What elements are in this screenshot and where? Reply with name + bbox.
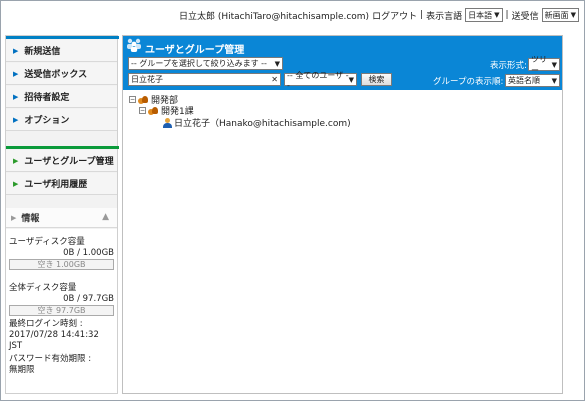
info-panel: ユーザディスク容量 0B / 1.00GB 空き 1.00GB 全体ディスク容量… [6, 229, 117, 393]
group-icon [138, 95, 149, 104]
sidebar-top-rule [6, 36, 119, 39]
tree-node-label: 日立花子（Hanako@hitachisample.com) [174, 119, 351, 129]
user-group-icon [127, 38, 141, 52]
sidebar-item-label: ユーザ利用履歴 [24, 180, 88, 190]
last-login-value: 2017/07/28 14:41:32 JST [9, 330, 99, 351]
group-filter-value: -- グループを選択して絞り込みます -- [131, 59, 267, 68]
collapse-toggle-icon[interactable]: − [129, 96, 136, 103]
info-panel-header[interactable]: ▶ 情報 ▲ [6, 208, 117, 228]
user-disk-label: ユーザディスク容量 [9, 237, 85, 247]
sidebar-item-label: 送受信ボックス [24, 70, 88, 80]
search-button[interactable]: 検索 [361, 73, 392, 86]
sidebar-item-user-history[interactable]: ▶ ユーザ利用履歴 [6, 173, 117, 195]
display-format-value: ツリー [531, 54, 547, 75]
sidebar: ▶ 新規送信 ▶ 送受信ボックス ▶ 招待者設定 ▶ オプション ▶ ユーザとグループ管理… [5, 35, 119, 394]
sidebar-item-label: ユーザとグループ管理 [24, 157, 114, 167]
main-panel: ユーザとグループ管理 -- グループを選択して絞り込みます -- ▼ 日立花子 ✕ … [122, 35, 563, 394]
chevron-down-icon: ▼ [348, 75, 354, 84]
sidebar-item-label: 新規送信 [24, 47, 61, 57]
sidebar-item-inbox[interactable]: ▶ 送受信ボックス [6, 63, 117, 85]
send-mode-select[interactable]: 新画面 ▼ [541, 8, 579, 22]
send-label: 送受信 [511, 11, 539, 22]
current-user: 日立太郎 (HitachiTaro@hitachisample.com) [178, 11, 370, 22]
total-disk-value: 0B / 97.7GB [63, 294, 114, 304]
password-expiry-label: パスワード有効期限 : [9, 354, 92, 364]
panel-header: ユーザとグループ管理 -- グループを選択して絞り込みます -- ▼ 日立花子 ✕ … [123, 36, 562, 90]
clear-icon[interactable]: ✕ [271, 75, 278, 84]
last-login-label: 最終ログイン時刻 : [9, 319, 83, 329]
sidebar-item-new-send[interactable]: ▶ 新規送信 [6, 40, 117, 62]
arrow-right-icon: ▶ [13, 115, 19, 124]
chevron-down-icon: ▼ [551, 60, 557, 69]
language-label: 表示言語 [426, 11, 463, 22]
sidebar-section-rule [6, 146, 119, 149]
sidebar-item-options[interactable]: ▶ オプション [6, 109, 117, 131]
user-filter-value: -- 全てのユーザ -- [287, 70, 349, 90]
chevron-down-icon: ▼ [274, 59, 280, 68]
search-text: 日立花子 [131, 75, 163, 84]
sidebar-item-label: 招待者設定 [24, 93, 70, 103]
group-order-label: グループの表示順: [433, 77, 504, 87]
logout-link[interactable]: ログアウト [372, 9, 417, 22]
arrow-right-icon: ▶ [13, 156, 19, 165]
arrow-right-icon: ▶ [11, 213, 17, 222]
info-title: 情報 [21, 214, 40, 224]
sidebar-item-invitee-settings[interactable]: ▶ 招待者設定 [6, 86, 117, 108]
sidebar-item-label: オプション [24, 116, 70, 126]
separator: | [505, 10, 509, 20]
arrow-right-icon: ▶ [13, 179, 19, 188]
collapse-toggle-icon[interactable]: − [139, 107, 146, 114]
user-disk-value: 0B / 1.00GB [63, 248, 114, 258]
arrow-right-icon: ▶ [13, 69, 19, 78]
user-disk-bar: 空き 1.00GB [9, 259, 114, 270]
separator: | [420, 10, 424, 20]
arrow-right-icon: ▶ [13, 92, 19, 101]
page-title: ユーザとグループ管理 [145, 45, 245, 56]
group-icon [148, 106, 159, 115]
top-bar: 日立太郎 (HitachiTaro@hitachisample.com) ログア… [0, 0, 585, 30]
password-expiry-value: 無期限 [9, 365, 35, 375]
user-filter-select[interactable]: -- 全てのユーザ -- ▼ [284, 71, 357, 90]
sidebar-item-user-group-management[interactable]: ▶ ユーザとグループ管理 [6, 150, 117, 172]
user-icon [163, 117, 172, 128]
group-filter-select[interactable]: -- グループを選択して絞り込みます -- ▼ [128, 57, 283, 70]
arrow-right-icon: ▶ [13, 46, 19, 55]
chevron-down-icon: ▼ [551, 76, 557, 85]
search-input[interactable]: 日立花子 ✕ [128, 73, 281, 86]
group-order-value: 英語名順 [508, 76, 540, 85]
language-select[interactable]: 日本語 ▼ [465, 8, 503, 22]
chevron-down-icon: ▼ [570, 11, 576, 19]
tree-node-user[interactable]: 日立花子（Hanako@hitachisample.com) [163, 116, 351, 129]
group-order-select[interactable]: 英語名順 ▼ [505, 74, 560, 87]
display-format-label: 表示形式: [490, 61, 527, 71]
display-format-select[interactable]: ツリー ▼ [528, 55, 560, 75]
collapse-icon[interactable]: ▲ [102, 212, 109, 222]
send-mode-value: 新画面 [544, 10, 569, 20]
chevron-down-icon: ▼ [494, 11, 500, 19]
total-disk-label: 全体ディスク容量 [9, 283, 77, 293]
total-disk-bar: 空き 97.7GB [9, 305, 114, 316]
language-value: 日本語 [468, 10, 493, 20]
